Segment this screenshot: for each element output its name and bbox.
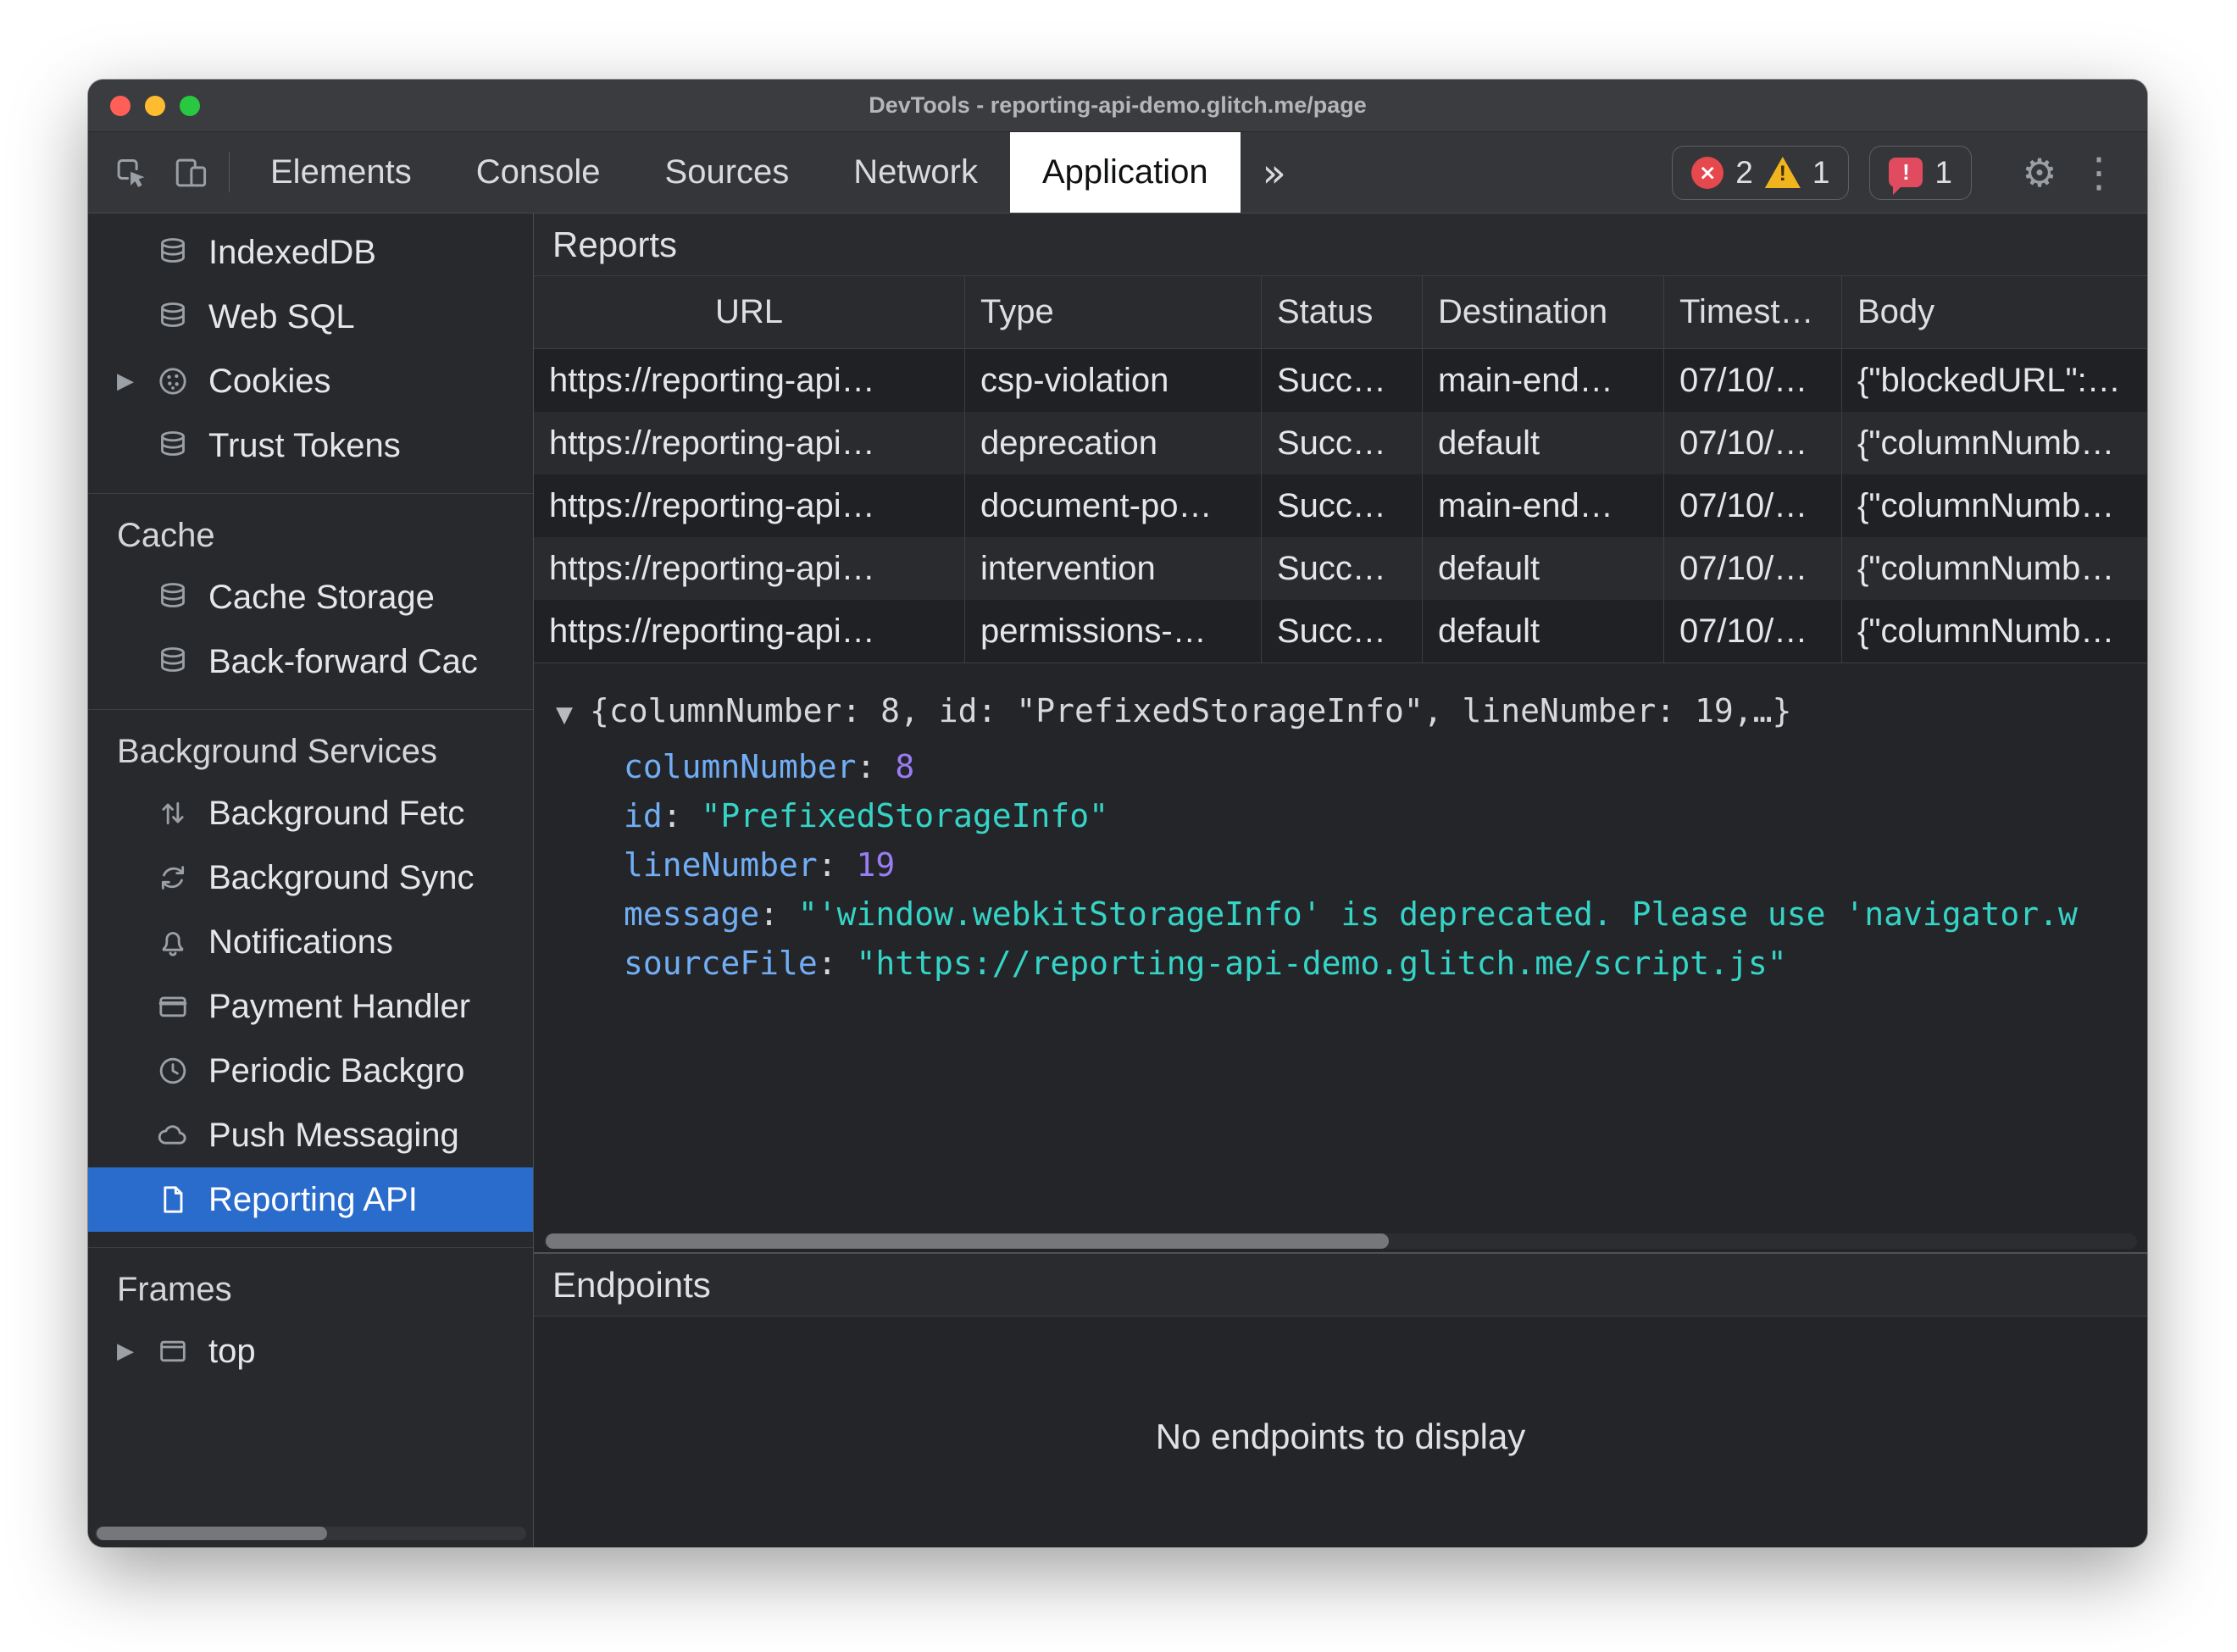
- clock-icon: [154, 1052, 192, 1089]
- scrollbar-thumb[interactable]: [546, 1233, 1389, 1249]
- sidebar-item-push-messaging[interactable]: Push Messaging: [88, 1103, 533, 1167]
- tab-elements[interactable]: Elements: [238, 132, 444, 213]
- database-icon: [154, 234, 192, 271]
- report-row-intervention[interactable]: https://reporting-api… intervention Succ…: [534, 537, 2147, 600]
- reports-horizontal-scrollbar[interactable]: [534, 1230, 2147, 1252]
- close-window-button[interactable]: [110, 95, 130, 116]
- tab-console[interactable]: Console: [444, 132, 633, 213]
- scrollbar-thumb[interactable]: [97, 1527, 327, 1540]
- cookie-icon: [154, 363, 192, 400]
- endpoints-empty-message: No endpoints to display: [1155, 1416, 1526, 1456]
- up-down-arrows-icon: [154, 795, 192, 832]
- database-icon: [154, 643, 192, 680]
- application-sidebar: IndexedDB Web SQL ▶ Cookies Trust Tokens…: [88, 213, 534, 1547]
- database-icon: [154, 298, 192, 335]
- toolbar-separator: [229, 152, 230, 192]
- sidebar-item-cookies[interactable]: ▶ Cookies: [88, 349, 533, 413]
- disclosure-triangle-icon[interactable]: ▶: [117, 1339, 154, 1364]
- reports-title: Reports: [552, 224, 678, 264]
- application-panel: IndexedDB Web SQL ▶ Cookies Trust Tokens…: [88, 213, 2147, 1547]
- reports-table-header: URL Type Status Destination Timest… Body: [534, 276, 2147, 349]
- inspect-element-icon[interactable]: [102, 132, 161, 213]
- section-header-cache: Cache: [117, 516, 215, 554]
- console-errors-warnings-badge[interactable]: × 2 ! 1: [1672, 145, 1850, 200]
- database-icon: [154, 579, 192, 616]
- sidebar-item-cache-storage[interactable]: Cache Storage: [88, 565, 533, 629]
- warning-count: 1: [1812, 154, 1830, 190]
- expand-caret-icon[interactable]: ▼: [556, 688, 590, 742]
- object-property: sourceFile"https://reporting-api-demo.gl…: [556, 939, 2147, 988]
- disclosure-triangle-icon[interactable]: ▶: [117, 369, 154, 394]
- report-row-document-policy[interactable]: https://reporting-api… document-po… Succ…: [534, 474, 2147, 537]
- sidebar-item-payment-handler[interactable]: Payment Handler: [88, 974, 533, 1039]
- tab-sources[interactable]: Sources: [633, 132, 822, 213]
- sidebar-item-periodic-background-sync[interactable]: Periodic Backgro: [88, 1039, 533, 1103]
- document-icon: [154, 1181, 192, 1218]
- bell-icon: [154, 923, 192, 961]
- sidebar-item-indexeddb[interactable]: IndexedDB: [88, 220, 533, 285]
- section-header-background-services: Background Services: [117, 732, 437, 770]
- window-title: DevTools - reporting-api-demo.glitch.me/…: [869, 92, 1367, 118]
- titlebar: DevTools - reporting-api-demo.glitch.me/…: [88, 80, 2147, 132]
- more-tabs-chevron-icon[interactable]: »: [1241, 132, 1308, 213]
- column-header-body[interactable]: Body: [1842, 276, 2147, 349]
- tab-network[interactable]: Network: [821, 132, 1010, 213]
- cloud-icon: [154, 1117, 192, 1154]
- object-preview-line[interactable]: ▼ {columnNumber: 8, id: "PrefixedStorageI…: [556, 684, 2147, 742]
- object-preview-text: {columnNumber: 8, id: "PrefixedStorageIn…: [590, 692, 1792, 729]
- frame-icon: [154, 1333, 192, 1370]
- issues-icon: !: [1889, 158, 1923, 195]
- sidebar-section-cache: Cache Cache Storage Back-forward Cac: [88, 493, 533, 694]
- toolbar-right-cluster: × 2 ! 1 ! 1 ⚙ ⋮: [1672, 132, 2147, 213]
- sidebar-section-frames: Frames ▶ top: [88, 1247, 533, 1383]
- sidebar-item-trust-tokens[interactable]: Trust Tokens: [88, 413, 533, 478]
- column-header-type[interactable]: Type: [965, 276, 1262, 349]
- object-property: id"PrefixedStorageInfo": [556, 791, 2147, 840]
- sidebar-item-background-fetch[interactable]: Background Fetc: [88, 781, 533, 845]
- report-row-csp-violation[interactable]: https://reporting-api… csp-violation Suc…: [534, 349, 2147, 412]
- sidebar-item-background-sync[interactable]: Background Sync: [88, 845, 533, 910]
- issues-badge[interactable]: ! 1: [1869, 145, 1972, 200]
- object-property: columnNumber8: [556, 742, 2147, 791]
- sidebar-item-notifications[interactable]: Notifications: [88, 910, 533, 974]
- sidebar-horizontal-scrollbar[interactable]: [95, 1527, 526, 1540]
- column-header-timestamp[interactable]: Timest…: [1664, 276, 1842, 349]
- reports-pane-header: Reports: [534, 213, 2147, 276]
- settings-gear-icon[interactable]: ⚙: [2010, 150, 2069, 196]
- sidebar-item-top-frame[interactable]: ▶ top: [88, 1319, 533, 1383]
- sidebar-item-web-sql[interactable]: Web SQL: [88, 285, 533, 349]
- section-header-frames: Frames: [117, 1270, 232, 1308]
- credit-card-icon: [154, 988, 192, 1025]
- endpoints-title: Endpoints: [552, 1264, 711, 1305]
- column-header-url[interactable]: URL: [534, 276, 965, 349]
- endpoints-empty-state: No endpoints to display: [534, 1317, 2147, 1547]
- column-header-destination[interactable]: Destination: [1423, 276, 1664, 349]
- report-body-detail: ▼ {columnNumber: 8, id: "PrefixedStorageI…: [534, 662, 2147, 1230]
- minimize-window-button[interactable]: [145, 95, 165, 116]
- sidebar-section-background-services: Background Services Background Fetc Back…: [88, 709, 533, 1232]
- panel-tabs: Elements Console Sources Network Applica…: [238, 132, 1308, 213]
- endpoints-pane-header: Endpoints: [534, 1252, 2147, 1317]
- traffic-lights: [110, 95, 200, 116]
- devtools-window: DevTools - reporting-api-demo.glitch.me/…: [88, 80, 2147, 1547]
- error-icon: ×: [1691, 156, 1724, 189]
- warning-icon: !: [1764, 157, 1801, 188]
- report-row-permissions-policy[interactable]: https://reporting-api… permissions-… Suc…: [534, 600, 2147, 662]
- object-property: message"'window.webkitStorageInfo' is de…: [556, 890, 2147, 939]
- issues-count: 1: [1934, 154, 1952, 190]
- devtools-toolbar: Elements Console Sources Network Applica…: [88, 132, 2147, 213]
- sidebar-item-back-forward-cache[interactable]: Back-forward Cac: [88, 629, 533, 694]
- reporting-api-panel: Reports URL Type Status Destination Time…: [534, 213, 2147, 1547]
- tab-application[interactable]: Application: [1009, 132, 1241, 213]
- object-property: lineNumber19: [556, 840, 2147, 890]
- sidebar-item-reporting-api[interactable]: Reporting API: [88, 1167, 533, 1232]
- more-options-kebab-icon[interactable]: ⋮: [2069, 149, 2129, 197]
- error-count: 2: [1735, 154, 1753, 190]
- database-icon: [154, 427, 192, 464]
- sync-arrows-icon: [154, 859, 192, 896]
- zoom-window-button[interactable]: [180, 95, 200, 116]
- column-header-status[interactable]: Status: [1262, 276, 1423, 349]
- device-toolbar-icon[interactable]: [161, 132, 220, 213]
- report-row-deprecation[interactable]: https://reporting-api… deprecation Succ……: [534, 412, 2147, 474]
